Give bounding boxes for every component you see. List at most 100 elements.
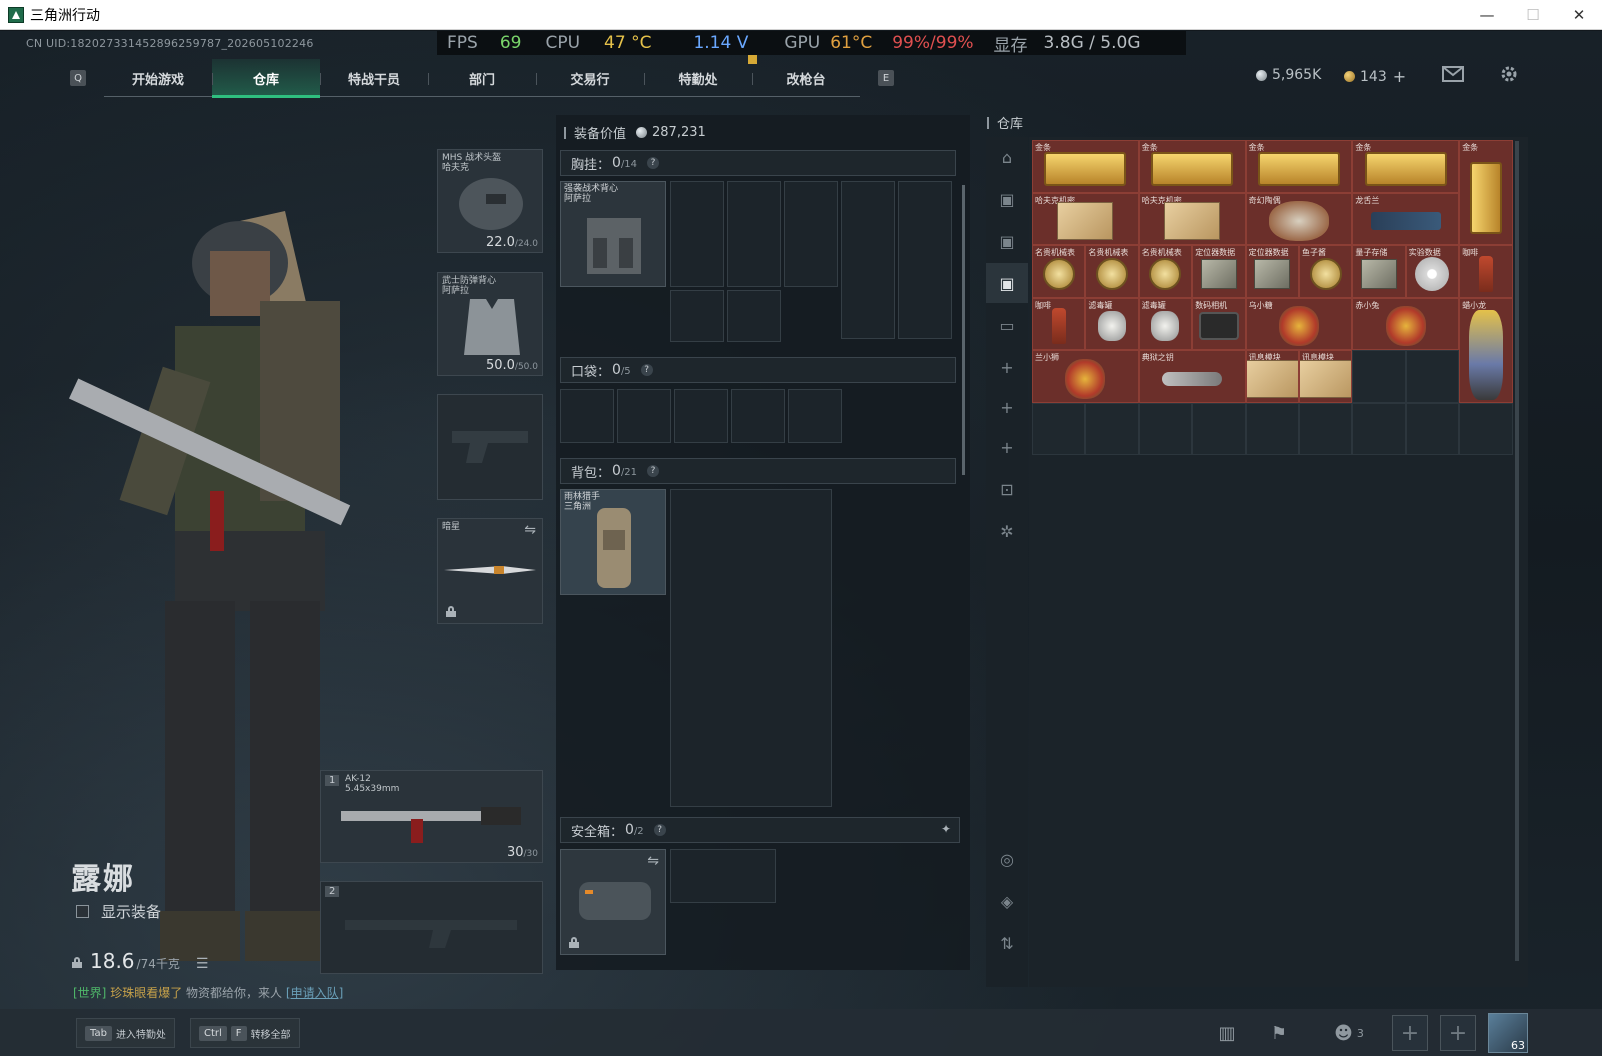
storage-cell[interactable] — [1459, 402, 1513, 455]
storage-item[interactable]: 名贵机械表 — [1138, 245, 1193, 298]
swap-icon[interactable]: ⇋ — [524, 522, 536, 538]
player-avatar[interactable]: 63 — [1488, 1013, 1528, 1053]
chest-rig-item[interactable]: 强袭战术背心 阿萨拉 — [560, 181, 666, 287]
storage-item[interactable]: 名贵机械表 — [1085, 245, 1139, 298]
storage-sort-icon[interactable]: ⇅ — [986, 923, 1028, 963]
flag-icon[interactable]: ⚑ — [1266, 1021, 1292, 1045]
armor-slot[interactable]: 武士防弹背心 阿萨拉 50.0/50.0 — [437, 272, 543, 376]
storage-item[interactable]: 乌小糖 — [1245, 297, 1353, 350]
tab-warehouse[interactable]: 仓库 — [212, 59, 320, 98]
storage-item[interactable]: 实验数据 — [1405, 245, 1460, 298]
storage-person-icon[interactable]: ◎ — [986, 839, 1028, 879]
storage-item[interactable]: 赤小兔 — [1352, 297, 1460, 350]
storage-item[interactable]: 鱼子酱 — [1299, 245, 1353, 298]
chest-cell[interactable] — [727, 290, 781, 342]
storage-item[interactable]: 金条 — [1032, 140, 1139, 193]
tab-department[interactable]: 部门 — [428, 59, 536, 97]
maximize-button[interactable]: ☐ — [1510, 0, 1556, 30]
backpack-item[interactable]: 雨林猎手 三角洲 — [560, 489, 666, 595]
storage-cell[interactable] — [1405, 402, 1460, 455]
add-storage-tab-icon[interactable]: + — [986, 427, 1028, 467]
gear-icon[interactable] — [1497, 64, 1521, 84]
transfer-all-button[interactable]: Ctrl F 转移全部 — [190, 1018, 300, 1048]
storage-cell[interactable] — [1245, 402, 1299, 455]
safebox-help-icon[interactable]: ? — [653, 824, 666, 836]
safebox-item[interactable]: ⇋ — [560, 849, 666, 955]
storage-cell[interactable] — [1352, 402, 1406, 455]
tab-operators[interactable]: 特战干员 — [320, 59, 428, 97]
melee-slot[interactable]: 暗星 ⇋ — [437, 518, 543, 624]
enter-special-ops-button[interactable]: Tab 进入特勤处 — [76, 1018, 175, 1048]
pocket-help-icon[interactable]: ? — [640, 364, 653, 376]
storage-cell[interactable] — [1138, 402, 1193, 455]
invite-slot-2[interactable]: + — [1440, 1015, 1476, 1051]
safebox-grid[interactable] — [670, 849, 776, 903]
storage-item[interactable]: 兰小狮 — [1032, 350, 1139, 403]
primary-weapon-slot[interactable]: AK-12 5.45x39mm 1 30/30 — [320, 770, 543, 863]
gear-scrollbar[interactable] — [962, 185, 965, 475]
storage-tab-4-icon[interactable]: ▭ — [986, 305, 1028, 345]
storage-settings-icon[interactable]: ✲ — [986, 511, 1028, 551]
nav-prev-key[interactable]: Q — [70, 70, 86, 86]
chest-cell[interactable] — [784, 181, 838, 287]
storage-item[interactable]: 名贵机械表 — [1032, 245, 1086, 298]
storage-item[interactable]: 讯息模块 — [1245, 350, 1299, 403]
storage-item[interactable]: 奇幻陶偶 — [1245, 192, 1353, 245]
storage-item[interactable]: 滤毒罐 — [1138, 297, 1193, 350]
storage-cell[interactable] — [1032, 402, 1086, 455]
chest-cell[interactable] — [670, 290, 724, 342]
weight-list-icon[interactable]: ☰ — [196, 956, 209, 972]
storage-tab-1-icon[interactable]: ▣ — [986, 179, 1028, 219]
helmet-slot[interactable]: MHS 战术头盔 哈夫克 22.0/24.0 — [437, 149, 543, 253]
storage-item[interactable]: 量子存储 — [1352, 245, 1406, 298]
storage-item[interactable]: 哈夫克机密 — [1138, 192, 1246, 245]
storage-item[interactable]: 金条 — [1138, 140, 1246, 193]
storage-item[interactable]: 龙舌兰 — [1352, 192, 1460, 245]
show-equipment-toggle[interactable]: 显示装备 — [76, 901, 161, 922]
secondary-weapon-slot[interactable]: 2 — [320, 881, 543, 974]
storage-item[interactable]: 讯息模块 — [1299, 350, 1353, 403]
pistol-slot[interactable] — [437, 394, 543, 500]
storage-item[interactable]: 金条 — [1459, 140, 1513, 245]
pocket-cell[interactable] — [788, 389, 842, 443]
storage-tab-3-icon[interactable]: ▣ — [986, 263, 1028, 303]
storage-item[interactable]: 咖啡 — [1032, 297, 1086, 350]
storage-item[interactable]: 定位器数据 — [1245, 245, 1299, 298]
storage-scrollbar[interactable] — [1515, 141, 1519, 961]
show-equipment-checkbox[interactable] — [76, 905, 89, 918]
storage-layers-icon[interactable]: ◈ — [986, 881, 1028, 921]
chat-join-link[interactable]: [申请入队] — [286, 986, 343, 1000]
storage-item[interactable]: 滤毒罐 — [1085, 297, 1139, 350]
tab-start-game[interactable]: 开始游戏 — [104, 59, 212, 97]
storage-cell[interactable] — [1192, 402, 1246, 455]
backpack-grid[interactable] — [670, 489, 832, 807]
storage-tab-all-icon[interactable]: ⌂ — [986, 137, 1028, 177]
storage-item[interactable]: 定位器数据 — [1192, 245, 1246, 298]
storage-item[interactable]: 金条 — [1245, 140, 1353, 193]
storage-item[interactable]: 咖啡 — [1459, 245, 1513, 298]
mail-icon[interactable] — [1441, 64, 1465, 84]
add-storage-tab-icon[interactable]: + — [986, 347, 1028, 387]
minimize-button[interactable]: — — [1464, 0, 1510, 30]
stats-icon[interactable]: ▥ — [1214, 1021, 1240, 1045]
tab-gunsmith[interactable]: 改枪台 — [752, 59, 860, 97]
tab-market[interactable]: 交易行 — [536, 59, 644, 97]
chest-cell[interactable] — [670, 181, 724, 287]
friends-icon[interactable]: ☻ 3 — [1326, 1021, 1372, 1045]
storage-item[interactable]: 蜡小龙 — [1459, 297, 1513, 403]
storage-item[interactable]: 数码相机 — [1192, 297, 1246, 350]
tab-special-ops[interactable]: 特勤处 — [644, 59, 752, 97]
add-storage-tab-icon[interactable]: + — [986, 387, 1028, 427]
pocket-cell[interactable] — [617, 389, 671, 443]
add-currency-button[interactable]: + — [1393, 67, 1406, 86]
chest-help-icon[interactable]: ? — [647, 157, 660, 169]
storage-cell[interactable] — [1352, 350, 1406, 403]
storage-tab-2-icon[interactable]: ▣ — [986, 221, 1028, 261]
close-button[interactable]: ✕ — [1556, 0, 1602, 30]
chest-cell[interactable] — [727, 181, 781, 287]
storage-cell[interactable] — [1085, 402, 1139, 455]
storage-item[interactable]: 典狱之钥 — [1138, 350, 1246, 403]
storage-lock-icon[interactable]: ⊡ — [986, 469, 1028, 509]
pocket-cell[interactable] — [731, 389, 785, 443]
pin-icon[interactable]: ✦ — [941, 822, 951, 836]
